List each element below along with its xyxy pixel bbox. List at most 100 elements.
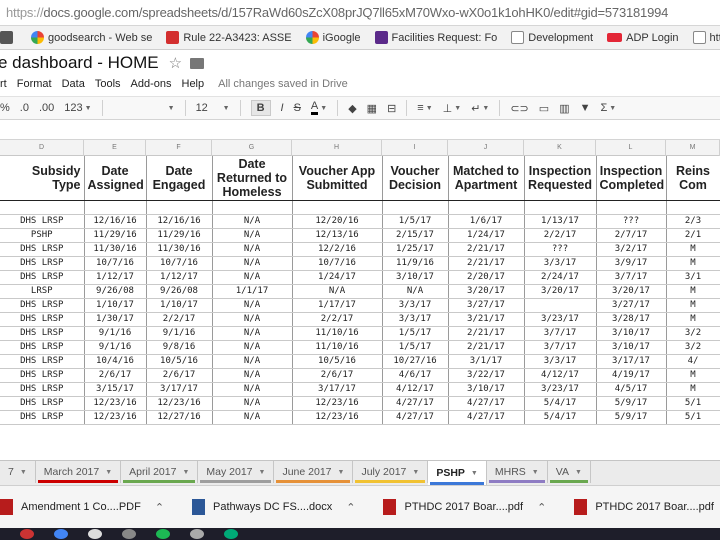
cell[interactable]: 3/20/17: [448, 284, 525, 299]
cell[interactable]: 3/17/17: [596, 354, 667, 369]
cell[interactable]: 3/28/17: [596, 312, 667, 327]
column-letter[interactable]: M: [666, 140, 720, 156]
cell[interactable]: N/A: [212, 354, 293, 369]
cell[interactable]: N/A: [292, 284, 383, 299]
formula-bar[interactable]: [0, 120, 720, 140]
sheet-tab[interactable]: VA ▼: [548, 461, 591, 483]
sheet-tab[interactable]: July 2017 ▼: [353, 461, 429, 483]
cell[interactable]: [448, 200, 525, 215]
cell[interactable]: DHS LRSP: [0, 368, 85, 383]
taskbar-app-icon[interactable]: [122, 529, 136, 539]
cell[interactable]: 11/29/16: [84, 228, 147, 243]
chevron-down-icon[interactable]: ▼: [532, 469, 539, 476]
cell[interactable]: 2/2/17: [146, 312, 213, 327]
cell[interactable]: 1/5/17: [382, 214, 449, 229]
cell[interactable]: 1/25/17: [382, 242, 449, 257]
cell[interactable]: 3/27/17: [596, 298, 667, 313]
cell[interactable]: 3/2/17: [596, 242, 667, 257]
taskbar-app-icon[interactable]: [54, 529, 68, 539]
cell[interactable]: 3/7/17: [524, 326, 597, 341]
cell[interactable]: 3/10/17: [596, 340, 667, 355]
cell[interactable]: 11/30/16: [146, 242, 213, 257]
cell[interactable]: N/A: [212, 228, 293, 243]
cell[interactable]: 10/7/16: [84, 256, 147, 271]
cell[interactable]: M: [666, 298, 720, 313]
cell[interactable]: DHS LRSP: [0, 312, 85, 327]
chevron-up-icon[interactable]: ⌃: [346, 501, 355, 514]
bold-button[interactable]: B: [250, 100, 271, 116]
cell[interactable]: 2/21/17: [448, 256, 525, 271]
cell[interactable]: 3/10/17: [382, 270, 449, 285]
column-letter[interactable]: H: [292, 140, 382, 156]
cell[interactable]: 3/27/17: [448, 298, 525, 313]
cell[interactable]: [0, 200, 85, 215]
chevron-down-icon[interactable]: ▼: [412, 469, 419, 476]
column-header-cell[interactable]: Date Assigned: [84, 156, 147, 201]
cell[interactable]: 1/5/17: [382, 340, 449, 355]
cell[interactable]: N/A: [212, 326, 293, 341]
cell[interactable]: 3/2: [666, 326, 720, 341]
cell[interactable]: 3/15/17: [84, 382, 147, 397]
column-header-cell[interactable]: Inspection Completed: [596, 156, 667, 201]
cell[interactable]: 4/27/17: [448, 396, 525, 411]
cell[interactable]: 2/21/17: [448, 340, 525, 355]
cell[interactable]: 12/23/16: [84, 396, 147, 411]
insert-comment-icon[interactable]: ▭: [539, 102, 549, 115]
cell[interactable]: 4/27/17: [382, 410, 449, 425]
cell[interactable]: 3/1: [666, 270, 720, 285]
taskbar-app-icon[interactable]: [156, 529, 170, 539]
cell[interactable]: 12/2/16: [292, 242, 383, 257]
cell[interactable]: DHS LRSP: [0, 354, 85, 369]
cell[interactable]: 3/3/17: [382, 312, 449, 327]
percent-button[interactable]: %: [0, 102, 10, 114]
cell[interactable]: 4/6/17: [382, 368, 449, 383]
cell[interactable]: 10/5/16: [292, 354, 383, 369]
cell[interactable]: 4/: [666, 354, 720, 369]
cell[interactable]: 11/9/16: [382, 256, 449, 271]
cell[interactable]: 10/7/16: [292, 256, 383, 271]
cell[interactable]: 2/6/17: [146, 368, 213, 383]
cell[interactable]: N/A: [382, 284, 449, 299]
bookmark-item[interactable]: [0, 31, 17, 44]
cell[interactable]: 1/30/17: [84, 312, 147, 327]
cell[interactable]: M: [666, 256, 720, 271]
cell[interactable]: N/A: [212, 242, 293, 257]
download-item[interactable]: Amendment 1 Co....PDF ⌃: [0, 499, 164, 515]
cell[interactable]: 12/16/16: [84, 214, 147, 229]
cell[interactable]: LRSP: [0, 284, 85, 299]
cell[interactable]: M: [666, 312, 720, 327]
cell[interactable]: 1/12/17: [146, 270, 213, 285]
cell[interactable]: 2/24/17: [524, 270, 597, 285]
bookmark-item[interactable]: https://top.capitalone: [692, 31, 720, 44]
cell[interactable]: 3/20/17: [524, 284, 597, 299]
cell[interactable]: 1/17/17: [292, 298, 383, 313]
cell[interactable]: 11/10/16: [292, 340, 383, 355]
download-item[interactable]: PTHDC 2017 Boar....pdf⌃: [574, 499, 720, 515]
strikethrough-button[interactable]: S: [294, 102, 301, 114]
cell[interactable]: 2/20/17: [448, 270, 525, 285]
column-letter[interactable]: J: [448, 140, 524, 156]
cell[interactable]: 12/20/16: [292, 214, 383, 229]
cell[interactable]: 3/3/17: [524, 354, 597, 369]
cell[interactable]: 2/6/17: [84, 368, 147, 383]
number-format-button[interactable]: 123 ▼: [64, 102, 91, 114]
bookmark-item[interactable]: Facilities Request: Fo: [374, 31, 497, 44]
cell[interactable]: 3/9/17: [596, 256, 667, 271]
merge-cells-icon[interactable]: ⊟: [387, 102, 396, 115]
sheet-tab[interactable]: March 2017 ▼: [36, 461, 122, 483]
cell[interactable]: 1/10/17: [84, 298, 147, 313]
cell[interactable]: [292, 200, 383, 215]
column-letter[interactable]: L: [596, 140, 666, 156]
cell[interactable]: 2/1: [666, 228, 720, 243]
cell[interactable]: 1/10/17: [146, 298, 213, 313]
sheet-tab[interactable]: June 2017 ▼: [274, 461, 354, 483]
cell[interactable]: 5/9/17: [596, 396, 667, 411]
cell[interactable]: 1/24/17: [292, 270, 383, 285]
cell[interactable]: 11/30/16: [84, 242, 147, 257]
cell[interactable]: DHS LRSP: [0, 382, 85, 397]
cell[interactable]: 4/12/17: [382, 382, 449, 397]
align-vertical-icon[interactable]: ⊥ ▼: [443, 102, 462, 115]
cell[interactable]: 3/7/17: [596, 270, 667, 285]
cell[interactable]: 10/27/16: [382, 354, 449, 369]
cell[interactable]: DHS LRSP: [0, 340, 85, 355]
